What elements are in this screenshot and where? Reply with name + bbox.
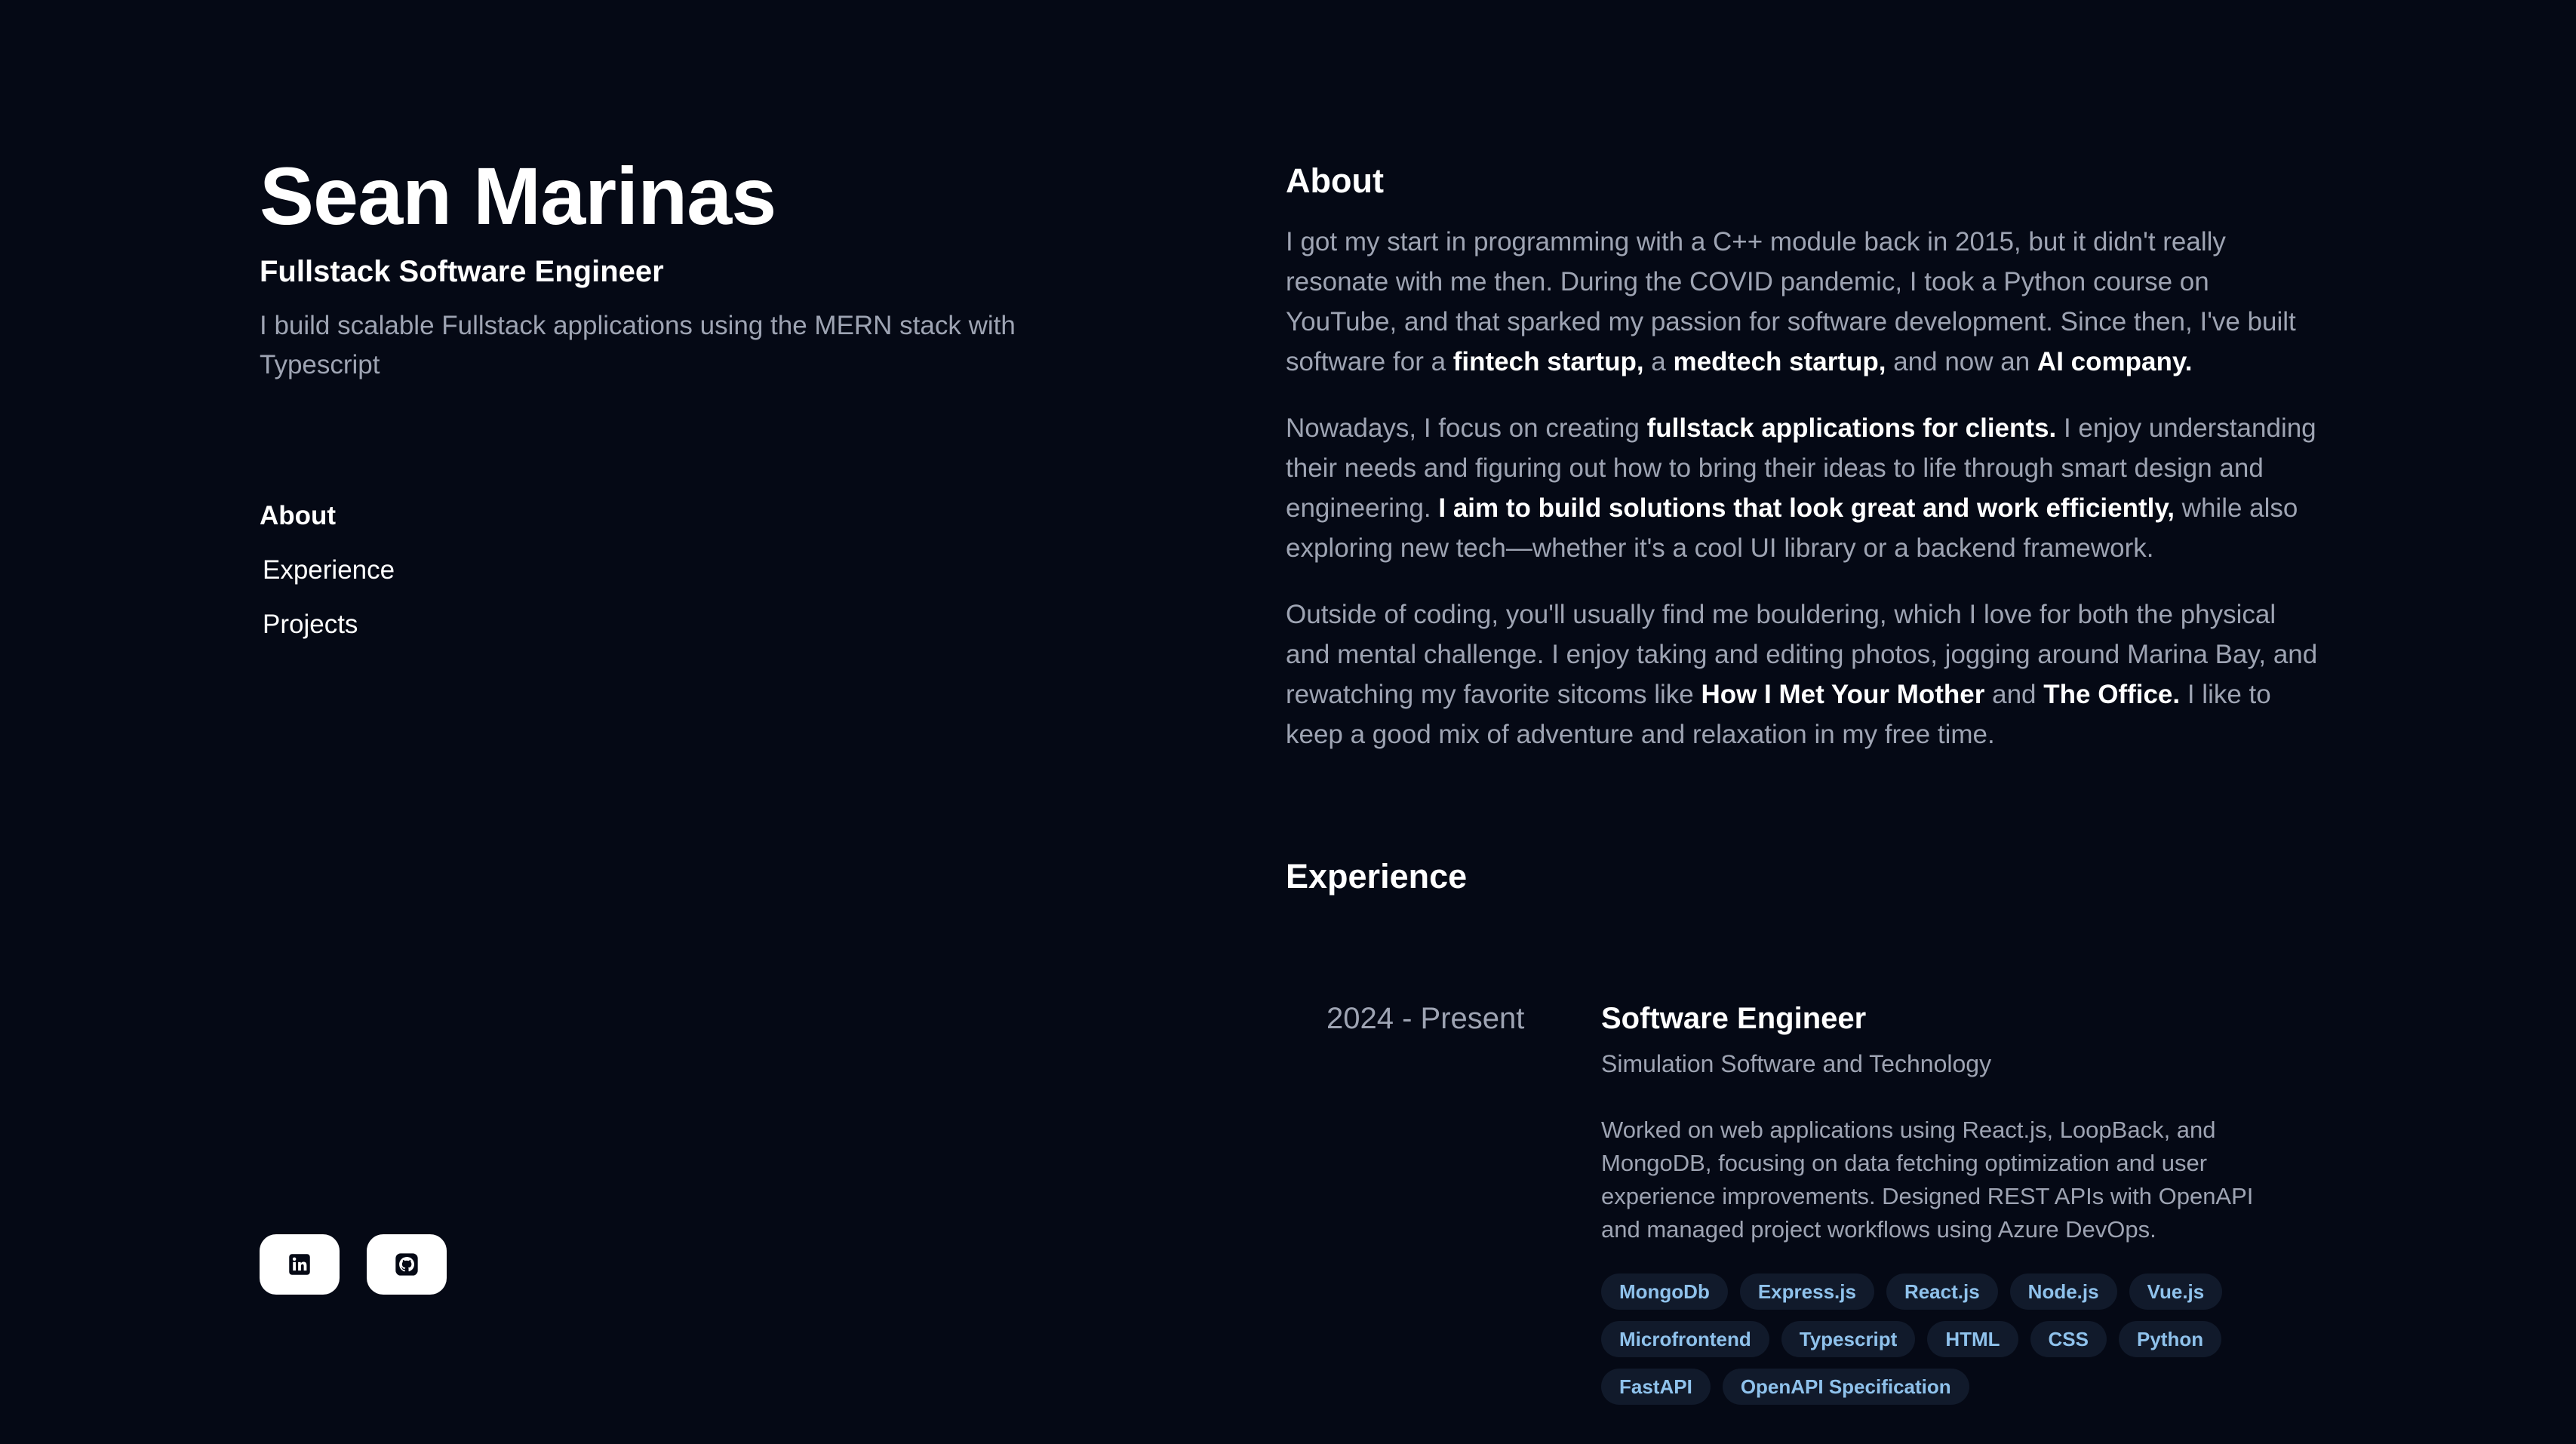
tech-tag: Node.js [2009,1273,2117,1310]
experience-details: Software Engineer Simulation Software an… [1601,993,2280,1405]
github-button[interactable] [367,1234,447,1295]
tech-tag: OpenAPI Specification [1722,1369,1969,1405]
experience-role: Software Engineer [1601,1002,1867,1035]
about-section: About I got my start in programming with… [1286,154,2319,754]
nav-item-projects[interactable]: Projects [263,607,395,643]
tech-tag: Python [2119,1321,2222,1357]
experience-company: Simulation Software and Technology [1601,1050,1992,1077]
tagline: I build scalable Fullstack applications … [260,311,1016,379]
tech-tag: CSS [2030,1321,2107,1357]
profile-header: Sean Marinas Fullstack Software Engineer… [260,148,1090,385]
nav-item-about[interactable]: About [260,498,395,534]
tech-tag: Vue.js [2129,1273,2223,1310]
about-paragraph-1: I got my start in programming with a C++… [1286,227,2296,376]
tech-tag: Express.js [1739,1273,1874,1310]
tech-tag: HTML [1927,1321,2018,1357]
github-icon [395,1253,418,1276]
tech-tag: Typescript [1781,1321,1916,1357]
job-title: Fullstack Software Engineer [260,255,664,288]
nav-item-experience[interactable]: Experience [263,552,395,588]
social-links [260,1234,447,1295]
experience-date: 2024 - Present [1326,1002,1525,1035]
experience-description: Worked on web applications using React.j… [1601,1117,2254,1243]
section-nav: About Experience Projects [260,498,395,661]
tech-tag: FastAPI [1601,1369,1711,1405]
tech-tag: MongoDb [1601,1273,1728,1310]
page-title: Sean Marinas [260,150,776,241]
tech-tag: React.js [1886,1273,1998,1310]
tech-tag: Microfrontend [1601,1321,1769,1357]
experience-heading: Experience [1286,857,1468,896]
about-paragraph-2: Nowadays, I focus on creating fullstack … [1286,413,2316,563]
linkedin-button[interactable] [260,1234,340,1295]
tech-tags: MongoDb Express.js React.js Node.js Vue.… [1601,1273,2280,1405]
about-heading: About [1286,161,1384,200]
linkedin-icon [289,1254,310,1275]
about-paragraph-3: Outside of coding, you'll usually find m… [1286,600,2318,749]
